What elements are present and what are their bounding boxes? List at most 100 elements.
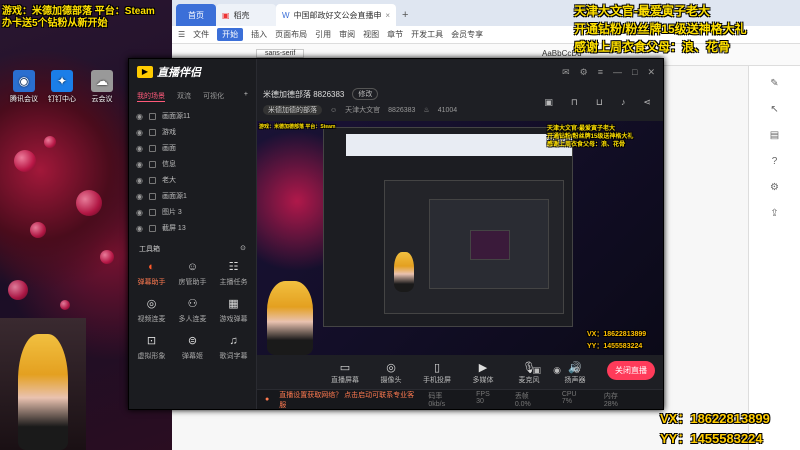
source-item[interactable]: ◉ 截屏 13 [129, 220, 256, 236]
pin-icon[interactable]: ✎ [768, 78, 782, 92]
eye-icon[interactable]: ◉ [136, 160, 143, 169]
screen-button[interactable]: ▭ 直播屏幕 [329, 361, 361, 385]
tab-label: 首页 [188, 10, 204, 20]
nested-streamer [394, 252, 414, 292]
eye-icon[interactable]: ◉ [136, 192, 143, 201]
media-button[interactable]: ▶ 多媒体 [467, 361, 499, 385]
tool-danmaku-bot[interactable]: ⊜ 弹幕姬 [172, 334, 213, 361]
desktop-icon-cloud[interactable]: ☁ 云会议 [80, 70, 124, 104]
menu-icon[interactable]: ≡ [598, 67, 603, 77]
status-warning[interactable]: 直播设置获取网络？ 点击启动可联系专业客服 [279, 390, 418, 410]
source-item[interactable]: ◉ 图片 3 [129, 204, 256, 220]
wallpaper-bubble [30, 222, 46, 238]
hamburger-icon[interactable]: ☰ [178, 30, 185, 39]
go-live-button[interactable]: 关闭直播 [607, 361, 655, 380]
menu-file[interactable]: 文件 [193, 29, 209, 40]
room-tag[interactable]: 米德加德的部落 [263, 105, 322, 115]
tool-multi-link[interactable]: ⚇ 多人连麦 [172, 297, 213, 324]
desktop-icon-label: 钉钉中心 [48, 96, 76, 103]
tool-admin[interactable]: ☺ 房管助手 [172, 260, 213, 287]
minimize-icon[interactable]: — [613, 67, 622, 77]
multi-link-icon: ⚇ [187, 298, 198, 310]
source-item[interactable]: ◉ 游戏 [129, 124, 256, 140]
menu-review[interactable]: 审阅 [339, 29, 355, 40]
settings-icon[interactable]: ⚙ [768, 182, 782, 196]
menu-home[interactable]: 开始 [217, 28, 244, 41]
camera-button[interactable]: ◎ 摄像头 [375, 361, 407, 385]
share-icon[interactable]: ⋖ [643, 97, 651, 108]
lock-icon[interactable] [148, 112, 156, 120]
tool-label: 歌词字幕 [219, 353, 248, 360]
phone-cast-button[interactable]: ▯ 手机投屏 [421, 361, 453, 385]
lock-icon[interactable] [148, 128, 156, 136]
source-item[interactable]: ◉ 信息 [129, 156, 256, 172]
font-select[interactable]: sans-serif [256, 49, 305, 58]
share-icon[interactable]: ⇪ [768, 208, 782, 222]
menu-member[interactable]: 会员专享 [451, 29, 483, 40]
tool-avatar[interactable]: ⊡ 虚拟形象 [131, 334, 172, 361]
menu-layout[interactable]: 页面布局 [275, 29, 307, 40]
help-icon[interactable]: ? [768, 156, 782, 170]
eye-icon[interactable]: ◉ [136, 112, 143, 121]
lock-icon[interactable] [148, 224, 156, 232]
eye-icon[interactable]: ◉ [136, 208, 143, 217]
lock-icon[interactable] [148, 160, 156, 168]
lock-icon[interactable] [148, 176, 156, 184]
tab-document[interactable]: W中国邮政好文公会直播申请书× [276, 4, 396, 26]
tab-home[interactable]: 首页 [176, 4, 216, 26]
lock-icon[interactable] [148, 208, 156, 216]
button-label: 麦克风 [518, 377, 540, 384]
overlay-host-name: 天津大文官-最爱寅子老大 [574, 4, 710, 18]
tab-visual[interactable]: 可视化 [203, 91, 224, 102]
bell-icon[interactable]: ♪ [621, 97, 626, 108]
layout-icon[interactable]: ▣ [544, 97, 553, 108]
tool-game-danmaku[interactable]: ▦ 游戏弹幕 [213, 297, 254, 324]
menu-chapter[interactable]: 章节 [387, 29, 403, 40]
mail-icon[interactable]: ✉ [562, 67, 570, 78]
stream-preview[interactable]: 游戏：米德加德部落 平台：Steam 天津大文官-最爱寅子老大 开通钻粉/粉丝牌… [257, 121, 663, 355]
toolbox-title: 工具箱 [139, 246, 160, 253]
add-scene-button[interactable]: + [244, 91, 248, 102]
lock-icon[interactable] [148, 144, 156, 152]
new-tab-button[interactable]: + [396, 4, 414, 26]
source-item[interactable]: ◉ 画面源11 [129, 108, 256, 124]
menu-view[interactable]: 视图 [363, 29, 379, 40]
book-icon[interactable]: ▤ [768, 130, 782, 144]
screen-icon: ▭ [339, 362, 351, 374]
close-icon[interactable]: × [385, 11, 390, 20]
eye-icon[interactable]: ◉ [136, 144, 143, 153]
tool-task[interactable]: ☷ 主播任务 [213, 260, 254, 287]
tab-my-scenes[interactable]: 我的场景 [137, 91, 165, 102]
menu-insert[interactable]: 插入 [251, 29, 267, 40]
tool-lyrics[interactable]: ♫ 歌词字幕 [213, 334, 254, 361]
unlock-icon[interactable]: ⊓ [571, 97, 578, 108]
tool-danmaku[interactable]: ◐ 弹幕助手 [131, 260, 172, 287]
record-icon[interactable]: ▣ [533, 365, 542, 376]
tab-docer[interactable]: ▣ 稻壳 [216, 4, 276, 26]
eye-icon[interactable]: ◉ [136, 176, 143, 185]
source-item[interactable]: ◉ 画面源1 [129, 188, 256, 204]
preview-streamer [267, 281, 313, 355]
eye-icon[interactable]: ◉ [136, 224, 143, 233]
maximize-icon[interactable]: □ [632, 67, 637, 77]
tool-video-link[interactable]: ◎ 视频连麦 [131, 297, 172, 324]
gear-icon[interactable]: ⚙ [573, 365, 581, 376]
menu-developer[interactable]: 开发工具 [411, 29, 443, 40]
settings-icon[interactable]: ⚙ [580, 67, 588, 78]
eye-icon[interactable]: ◉ [553, 365, 561, 376]
eye-icon[interactable]: ◉ [136, 128, 143, 137]
edit-button[interactable]: 修改 [352, 88, 379, 100]
close-icon[interactable]: ✕ [647, 67, 655, 78]
app-logo: ▶ 直播伴侣 [129, 59, 256, 85]
tab-dual-stream[interactable]: 双流 [177, 91, 191, 102]
more-icon[interactable]: ⊙ [240, 244, 246, 254]
desktop-icon-dingtalk[interactable]: ✦ 钉钉中心 [40, 70, 84, 104]
lock-icon[interactable] [148, 192, 156, 200]
lock-icon[interactable]: ⊔ [596, 97, 603, 108]
source-item[interactable]: ◉ 画面 [129, 140, 256, 156]
source-item[interactable]: ◉ 老大 [129, 172, 256, 188]
nested-capture-1 [323, 127, 573, 327]
source-buttons: ▭ 直播屏幕 ◎ 摄像头 ▯ 手机投屏 ▶ 多媒体 🎙 麦克风 🔊 扬声器 ▣ ◉ ⚙ 关闭… [257, 355, 663, 391]
cursor-icon[interactable]: ↖ [768, 104, 782, 118]
menu-references[interactable]: 引用 [315, 29, 331, 40]
